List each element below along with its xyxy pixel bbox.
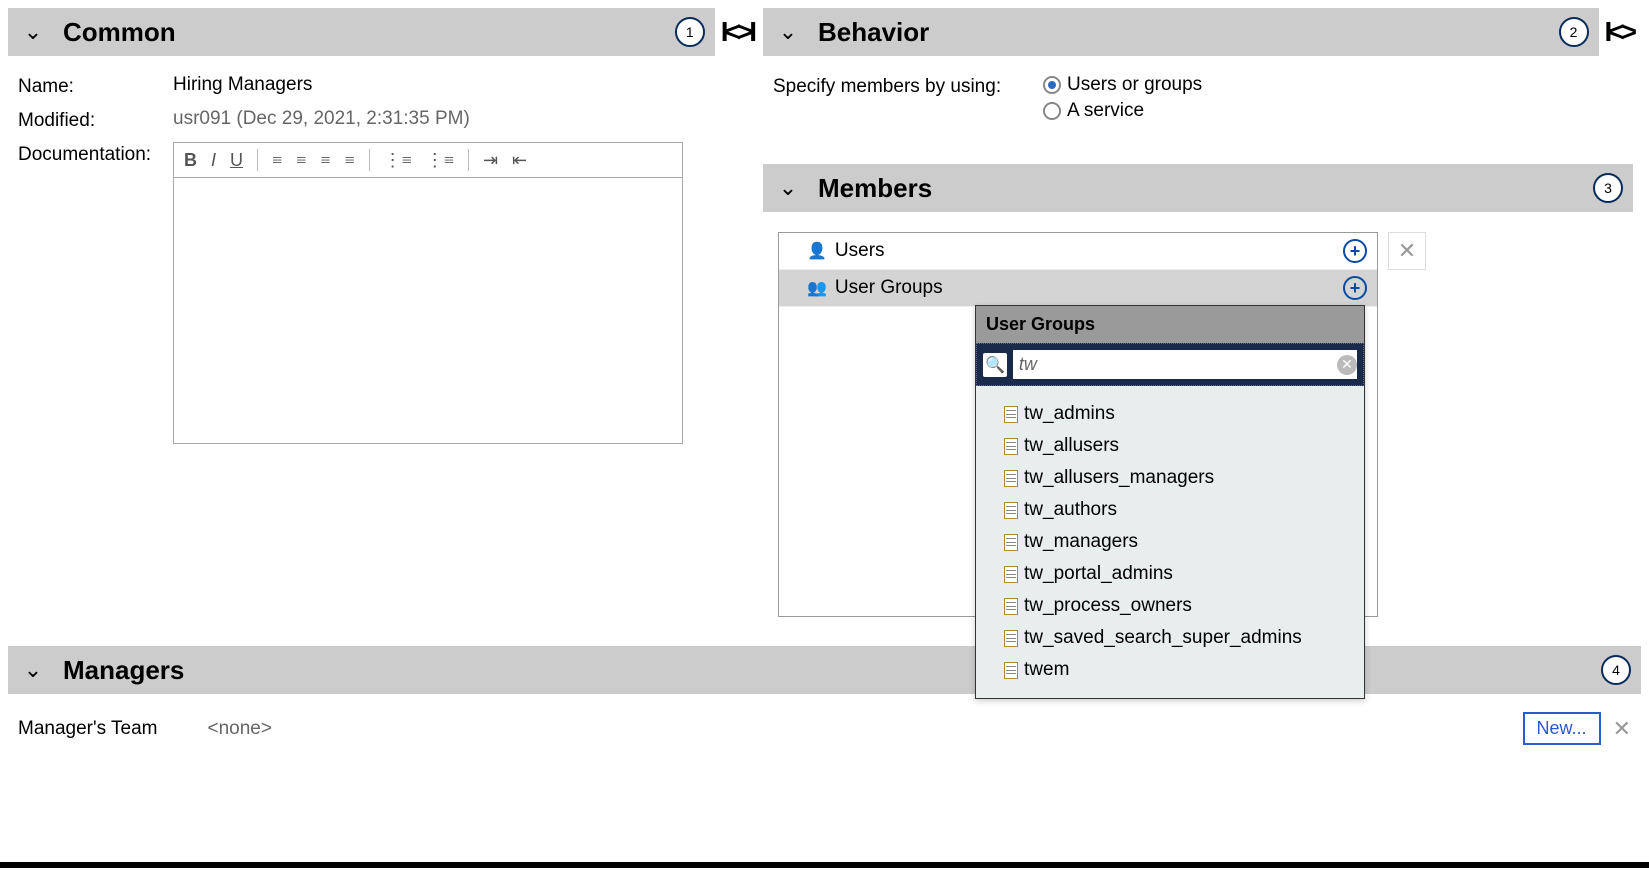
common-badge: 1: [675, 17, 705, 47]
managers-title: Managers: [63, 655, 184, 686]
document-icon: [1004, 566, 1018, 583]
document-icon: [1004, 630, 1018, 647]
document-icon: [1004, 662, 1018, 679]
managers-team-label: Manager's Team: [18, 718, 158, 740]
common-section-header[interactable]: ⌄ Common 1: [8, 8, 715, 56]
align-right-icon[interactable]: ≡: [320, 150, 330, 171]
outdent-icon[interactable]: ⇤: [512, 150, 527, 171]
users-icon: 👥: [807, 278, 827, 298]
italic-icon[interactable]: I: [211, 150, 216, 171]
radio-a-service-label: A service: [1067, 100, 1144, 122]
behavior-badge: 2: [1559, 17, 1589, 47]
name-value: Hiring Managers: [173, 74, 312, 96]
bold-icon[interactable]: B: [184, 150, 197, 171]
members-title: Members: [818, 173, 932, 204]
dropdown-item-label: tw_managers: [1024, 531, 1138, 553]
add-user-group-button[interactable]: +: [1343, 276, 1367, 300]
dropdown-item[interactable]: tw_authors: [980, 494, 1360, 526]
dropdown-item-label: tw_authors: [1024, 499, 1117, 521]
radio-unchecked-icon: [1043, 102, 1061, 120]
members-tree: 👤 Users + 👥 User Groups + User Groups: [778, 232, 1378, 617]
document-icon: [1004, 598, 1018, 615]
dropdown-item-label: tw_portal_admins: [1024, 563, 1173, 585]
radio-a-service[interactable]: A service: [1043, 100, 1202, 122]
users-label: Users: [835, 240, 885, 262]
document-icon: [1004, 470, 1018, 487]
radio-users-or-groups-label: Users or groups: [1067, 74, 1202, 96]
ordered-list-icon[interactable]: ⋮≡: [384, 150, 412, 171]
user-icon: 👤: [807, 241, 827, 261]
radio-checked-icon: [1043, 76, 1061, 94]
align-center-icon[interactable]: ≡: [296, 150, 306, 171]
behavior-section-header[interactable]: ⌄ Behavior 2: [763, 8, 1599, 56]
document-icon: [1004, 406, 1018, 423]
dropdown-item[interactable]: tw_process_owners: [980, 590, 1360, 622]
dropdown-item[interactable]: tw_saved_search_super_admins: [980, 622, 1360, 654]
user-groups-label: User Groups: [835, 277, 943, 299]
specify-members-label: Specify members by using:: [773, 74, 1043, 98]
managers-badge: 4: [1601, 655, 1631, 685]
document-icon: [1004, 438, 1018, 455]
document-icon: [1004, 502, 1018, 519]
behavior-title: Behavior: [818, 17, 929, 48]
dropdown-item[interactable]: tw_allusers: [980, 430, 1360, 462]
clear-search-button[interactable]: ✕: [1337, 355, 1357, 375]
modified-label: Modified:: [18, 108, 173, 132]
remove-member-button[interactable]: ✕: [1388, 232, 1426, 270]
documentation-textarea[interactable]: [174, 178, 682, 443]
tree-row-user-groups[interactable]: 👥 User Groups +: [779, 270, 1377, 307]
radio-users-or-groups[interactable]: Users or groups: [1043, 74, 1202, 96]
dropdown-item-label: tw_process_owners: [1024, 595, 1192, 617]
dropdown-item[interactable]: twem: [980, 654, 1360, 686]
dropdown-item-label: tw_saved_search_super_admins: [1024, 627, 1302, 649]
tree-row-users[interactable]: 👤 Users +: [779, 233, 1377, 270]
chevron-down-icon: ⌄: [18, 19, 48, 45]
documentation-label: Documentation:: [18, 142, 173, 166]
dropdown-title: User Groups: [976, 306, 1364, 343]
nav-prev-next-icons[interactable]: I<>I: [721, 16, 753, 48]
dropdown-item-label: twem: [1024, 659, 1069, 681]
name-label: Name:: [18, 74, 173, 98]
dropdown-item-label: tw_admins: [1024, 403, 1115, 425]
search-icon: 🔍: [983, 353, 1007, 377]
document-icon: [1004, 534, 1018, 551]
new-manager-button[interactable]: New...: [1523, 712, 1601, 745]
managers-team-value: <none>: [208, 718, 272, 740]
add-user-button[interactable]: +: [1343, 239, 1367, 263]
align-justify-icon[interactable]: ≡: [344, 150, 354, 171]
dropdown-item[interactable]: tw_managers: [980, 526, 1360, 558]
common-title: Common: [63, 17, 176, 48]
members-badge: 3: [1593, 173, 1623, 203]
dropdown-item-label: tw_allusers: [1024, 435, 1119, 457]
nav-prev-next-icons[interactable]: I<>: [1605, 16, 1633, 48]
managers-section-header[interactable]: ⌄ Managers 4: [8, 646, 1641, 694]
modified-value: usr091 (Dec 29, 2021, 2:31:35 PM): [173, 108, 470, 130]
remove-manager-button[interactable]: ✕: [1613, 716, 1631, 742]
members-section-header[interactable]: ⌄ Members 3: [763, 164, 1633, 212]
align-left-icon[interactable]: ≡: [272, 150, 282, 171]
dropdown-item[interactable]: tw_allusers_managers: [980, 462, 1360, 494]
user-groups-dropdown: User Groups 🔍 ✕ tw_admins tw_allusers tw_a…: [975, 305, 1365, 699]
chevron-down-icon: ⌄: [773, 175, 803, 201]
user-groups-search-input[interactable]: [1013, 350, 1357, 379]
unordered-list-icon[interactable]: ⋮≡: [426, 150, 454, 171]
dropdown-item[interactable]: tw_admins: [980, 398, 1360, 430]
footer-divider: [0, 862, 1649, 868]
documentation-editor: B I U ≡ ≡ ≡ ≡ ⋮≡ ⋮≡ ⇥ ⇤: [173, 142, 683, 444]
dropdown-item-label: tw_allusers_managers: [1024, 467, 1214, 489]
indent-icon[interactable]: ⇥: [483, 150, 498, 171]
chevron-down-icon: ⌄: [18, 657, 48, 683]
chevron-down-icon: ⌄: [773, 19, 803, 45]
underline-icon[interactable]: U: [230, 150, 243, 171]
dropdown-item[interactable]: tw_portal_admins: [980, 558, 1360, 590]
